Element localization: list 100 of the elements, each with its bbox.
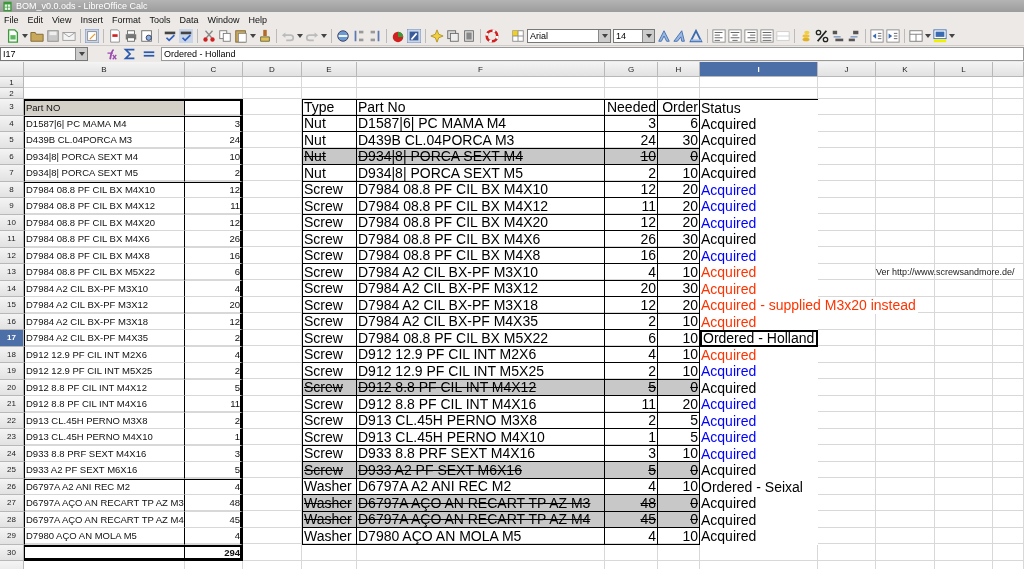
- quantity: 12: [229, 216, 240, 228]
- row-header[interactable]: 2: [0, 88, 24, 99]
- needed-quantity: 4: [648, 527, 656, 544]
- status-cell[interactable]: Acquired: [700, 165, 818, 182]
- needed-quantity: 24: [640, 131, 656, 148]
- type-label: Screw: [304, 263, 343, 280]
- part-number: D439B CL.04PORCA M3: [358, 131, 515, 148]
- column-header[interactable]: C: [185, 62, 243, 77]
- column-header[interactable]: G: [605, 62, 658, 77]
- status-text: Acquired: [701, 231, 757, 248]
- menu-item[interactable]: File: [4, 14, 19, 25]
- status-cell[interactable]: Acquired - supplied M3x20 instead: [700, 297, 918, 314]
- row-header[interactable]: 29: [0, 528, 24, 545]
- part-number: D933 A2 PF SEXT M6X16: [358, 461, 522, 478]
- part-number: D7984 08.8 PF CIL BX M4X12: [358, 197, 549, 214]
- row-header[interactable]: 17: [0, 330, 24, 347]
- column-header[interactable]: I: [700, 62, 818, 77]
- row-header[interactable]: 3: [0, 99, 24, 116]
- row-header[interactable]: 23: [0, 429, 24, 446]
- status-cell[interactable]: Acquired: [700, 198, 818, 215]
- row-header[interactable]: 15: [0, 297, 24, 314]
- type-label: Nut: [304, 164, 326, 181]
- part-number: D1587|6| PC MAMA M4: [26, 118, 127, 130]
- name-box[interactable]: I17: [0, 47, 88, 61]
- menu-item[interactable]: Format: [111, 14, 141, 25]
- needed-quantity: 6: [648, 329, 656, 346]
- status-cell[interactable]: Acquired: [700, 462, 818, 479]
- status-text: Acquired: [701, 379, 757, 396]
- column-header[interactable]: B: [24, 62, 185, 77]
- column-header[interactable]: E: [302, 62, 357, 77]
- status-text: Acquired: [701, 115, 757, 132]
- type-label: Screw: [304, 346, 343, 363]
- menu-item[interactable]: Insert: [80, 14, 103, 25]
- part-number: D6797A A2 ANI REC M2: [358, 478, 512, 495]
- status-cell[interactable]: Acquired: [700, 132, 818, 149]
- row-header[interactable]: 21: [0, 396, 24, 413]
- row-header[interactable]: 11: [0, 231, 24, 248]
- column-header[interactable]: L: [935, 62, 993, 77]
- status-cell[interactable]: Acquired: [700, 231, 818, 248]
- part-number: D7984 A2 CIL BX-PF M3X10: [26, 282, 149, 294]
- row-header[interactable]: 7: [0, 165, 24, 182]
- menu-item[interactable]: Tools: [149, 14, 171, 25]
- order-quantity: 10: [682, 527, 698, 544]
- column-label: Status: [701, 99, 741, 116]
- needed-quantity: 10: [640, 148, 656, 165]
- menu-item[interactable]: Window: [207, 14, 240, 25]
- type-label: Screw: [304, 362, 343, 379]
- part-number: D7984 08.8 PF CIL BX M4X6: [358, 230, 541, 247]
- type-label: Washer: [304, 478, 352, 495]
- status-text: Acquired: [701, 214, 757, 231]
- order-quantity: 0: [690, 494, 698, 511]
- status-cell[interactable]: Acquired: [700, 363, 818, 380]
- menu-item[interactable]: Edit: [27, 14, 44, 25]
- quantity: 12: [229, 184, 240, 196]
- column-header[interactable]: F: [357, 62, 605, 77]
- order-quantity: 0: [690, 461, 698, 478]
- part-number: D7984 A2 CIL BX-PF M4X35: [358, 313, 539, 330]
- status-text: Acquired: [701, 445, 757, 462]
- font-size-field[interactable]: 14: [613, 29, 655, 43]
- quantity: 1: [234, 431, 240, 443]
- part-number: D912 12.9 PF CIL INT M5X25: [358, 362, 544, 379]
- menu-item[interactable]: Data: [179, 14, 199, 25]
- needed-quantity: 2: [648, 362, 656, 379]
- row-header[interactable]: 13: [0, 264, 24, 281]
- formula-input[interactable]: Ordered - Holland: [161, 47, 1024, 61]
- status-text: Acquired: [701, 198, 757, 215]
- column-header[interactable]: H: [658, 62, 700, 77]
- note-text: Ver http://www.screwsandmore.de/: [876, 267, 1015, 278]
- status-cell[interactable]: Acquired: [700, 264, 818, 281]
- status-cell[interactable]: Acquired: [700, 528, 818, 545]
- status-cell[interactable]: Acquired: [700, 429, 818, 446]
- quantity: 48: [229, 497, 240, 509]
- status-cell[interactable]: Acquired: [700, 396, 818, 413]
- menu-item[interactable]: View: [52, 14, 72, 25]
- order-quantity: 20: [682, 197, 698, 214]
- status-text: Acquired: [701, 495, 757, 512]
- part-number: D912 8.8 PF CIL INT M4X12: [26, 381, 147, 393]
- type-label: Washer: [304, 511, 352, 528]
- row-header[interactable]: 5: [0, 132, 24, 149]
- row-header[interactable]: 27: [0, 495, 24, 512]
- status-cell[interactable]: Acquired: [700, 495, 818, 512]
- row-header[interactable]: 1: [0, 77, 24, 88]
- row-header[interactable]: 9: [0, 198, 24, 215]
- status-text: Acquired: [701, 412, 757, 429]
- order-quantity: 6: [690, 115, 698, 132]
- row-header[interactable]: 25: [0, 462, 24, 479]
- part-number: D912 8.8 PF CIL INT M4X12: [358, 379, 537, 396]
- row-header[interactable]: 19: [0, 363, 24, 380]
- quantity: 26: [229, 233, 240, 245]
- part-number: D6797A A2 ANI REC M2: [26, 481, 131, 493]
- needed-quantity: 3: [648, 115, 656, 132]
- column-header[interactable]: K: [876, 62, 935, 77]
- part-number: D934|8| PORCA SEXT M4: [358, 148, 523, 165]
- column-header[interactable]: J: [818, 62, 876, 77]
- needed-quantity: 2: [648, 164, 656, 181]
- font-name-field[interactable]: Arial: [527, 29, 611, 43]
- menu-item[interactable]: Help: [248, 14, 267, 25]
- quantity: 3: [234, 118, 240, 130]
- column-header[interactable]: D: [243, 62, 302, 77]
- part-number: D912 12.9 PF CIL INT M5X25: [26, 365, 153, 377]
